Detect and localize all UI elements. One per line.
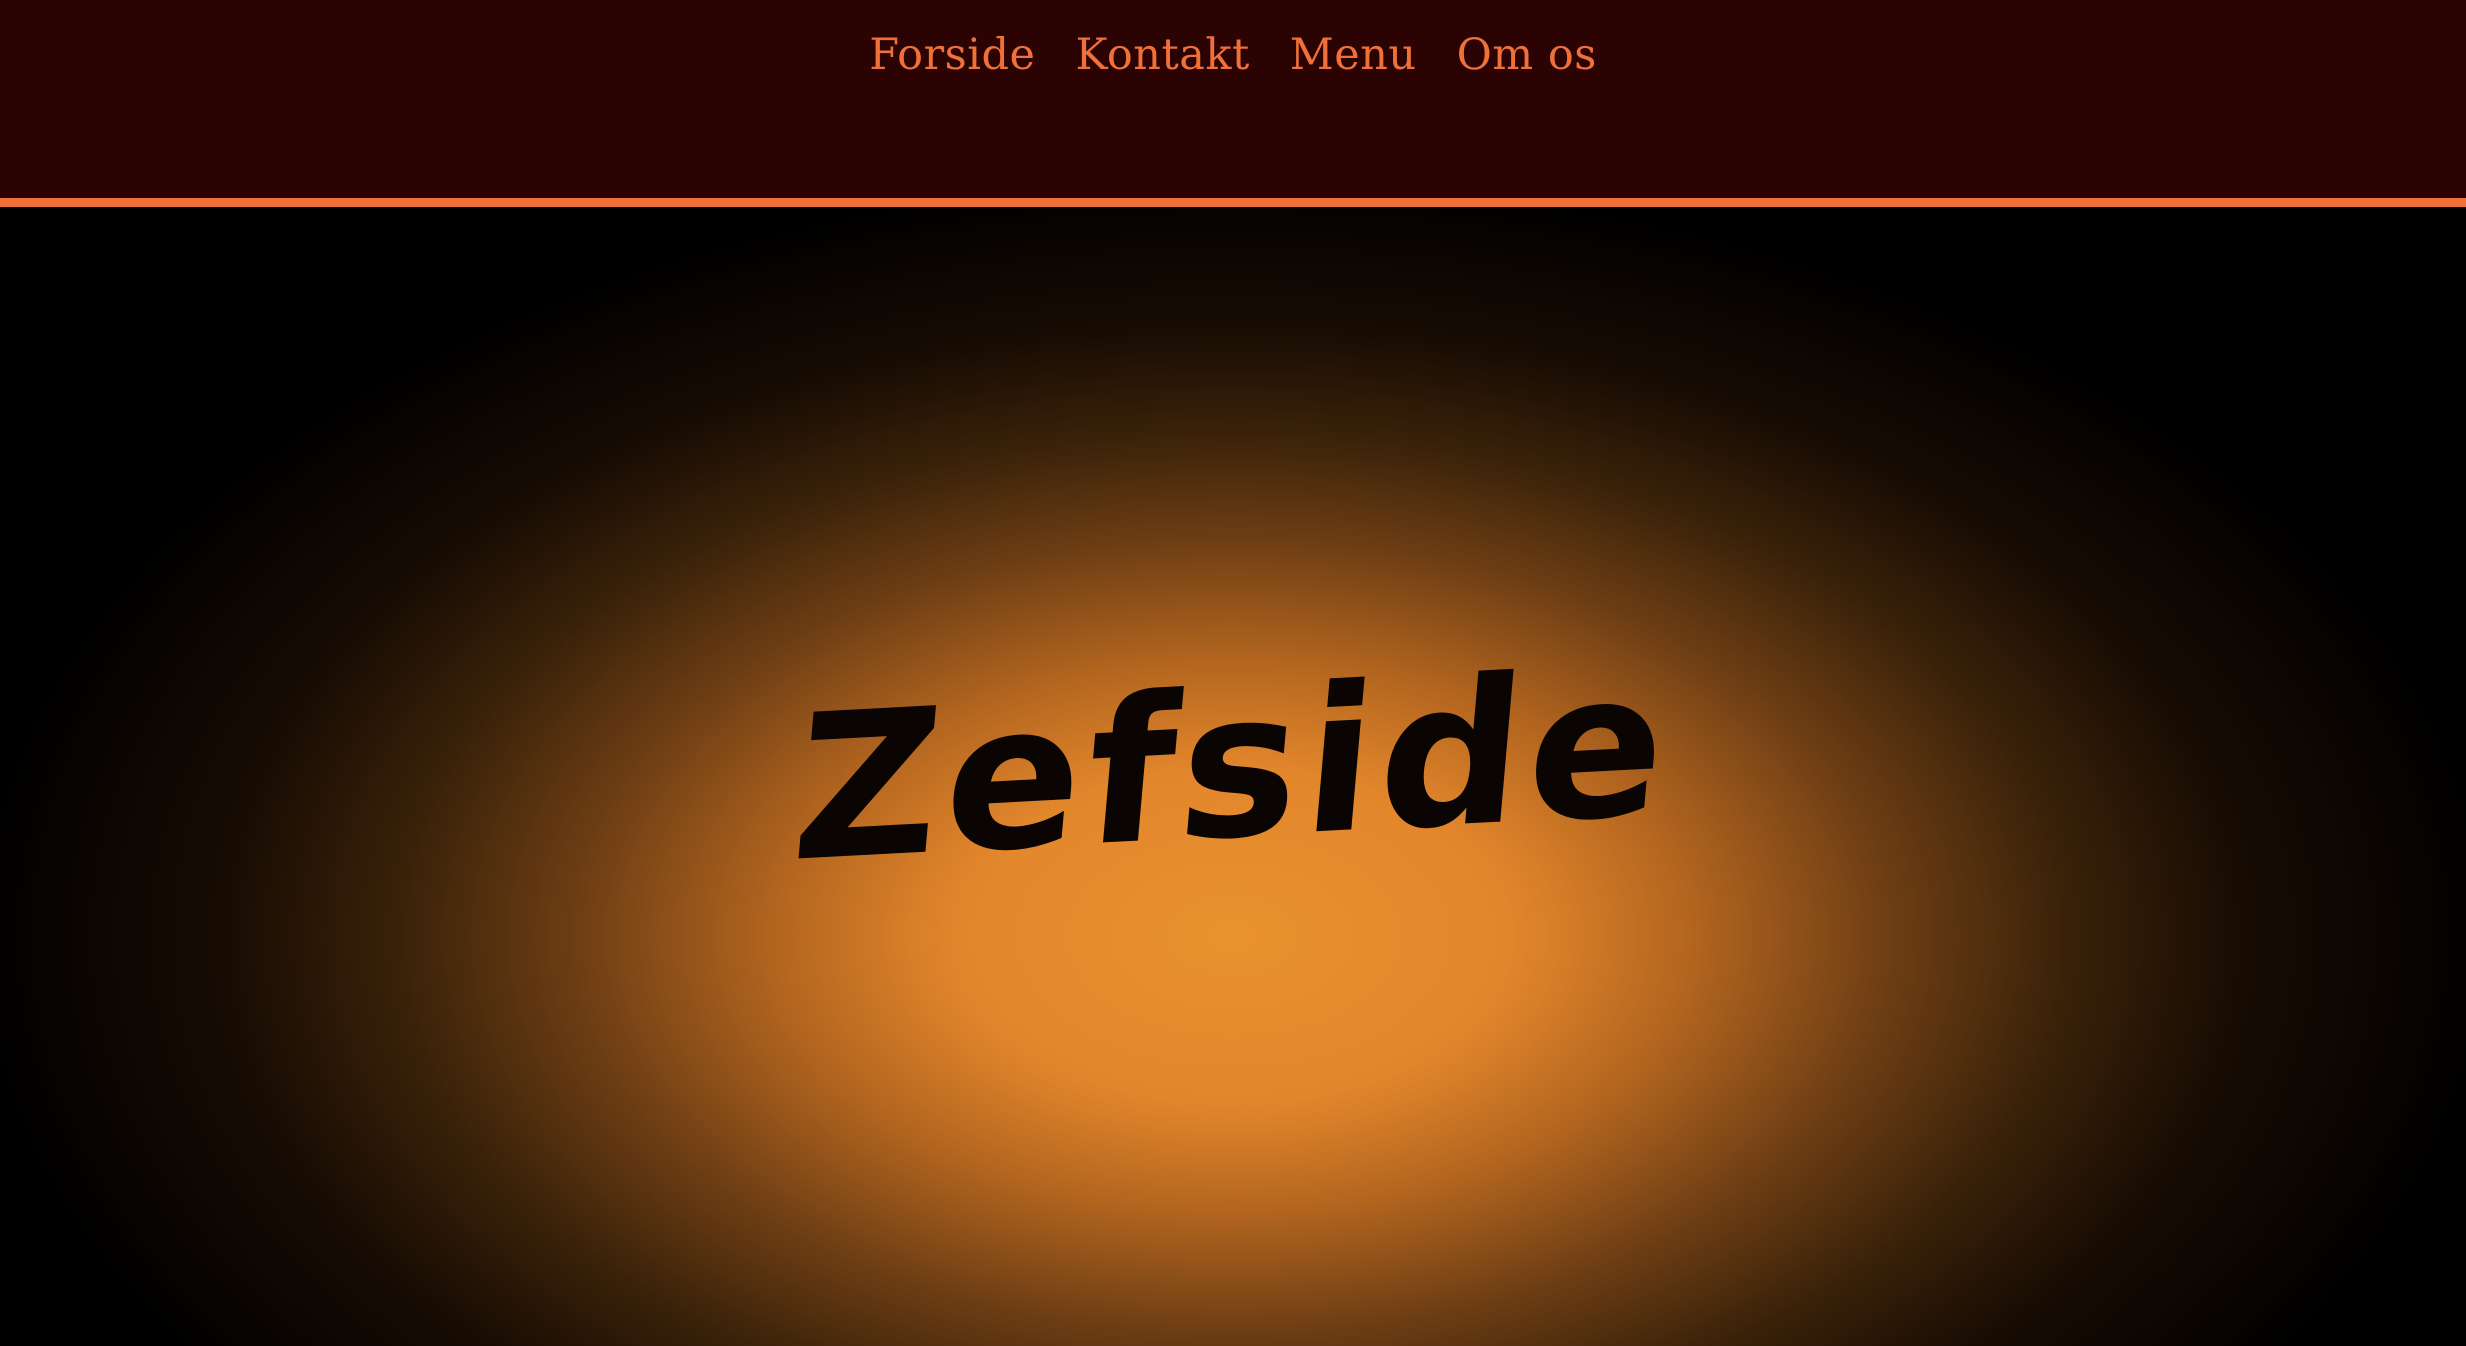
site-header: Forside Kontakt Menu Om os <box>0 0 2466 207</box>
hero-title: Zefside <box>785 626 1681 908</box>
nav-link-om-os[interactable]: Om os <box>1457 30 1597 80</box>
main-nav: Forside Kontakt Menu Om os <box>0 30 2466 80</box>
nav-link-forside[interactable]: Forside <box>869 30 1035 80</box>
hero-section: Zefside <box>0 207 2466 1346</box>
hero-title-wrapper: Zefside <box>0 627 2466 907</box>
nav-link-menu[interactable]: Menu <box>1290 30 1417 80</box>
nav-link-kontakt[interactable]: Kontakt <box>1075 30 1249 80</box>
